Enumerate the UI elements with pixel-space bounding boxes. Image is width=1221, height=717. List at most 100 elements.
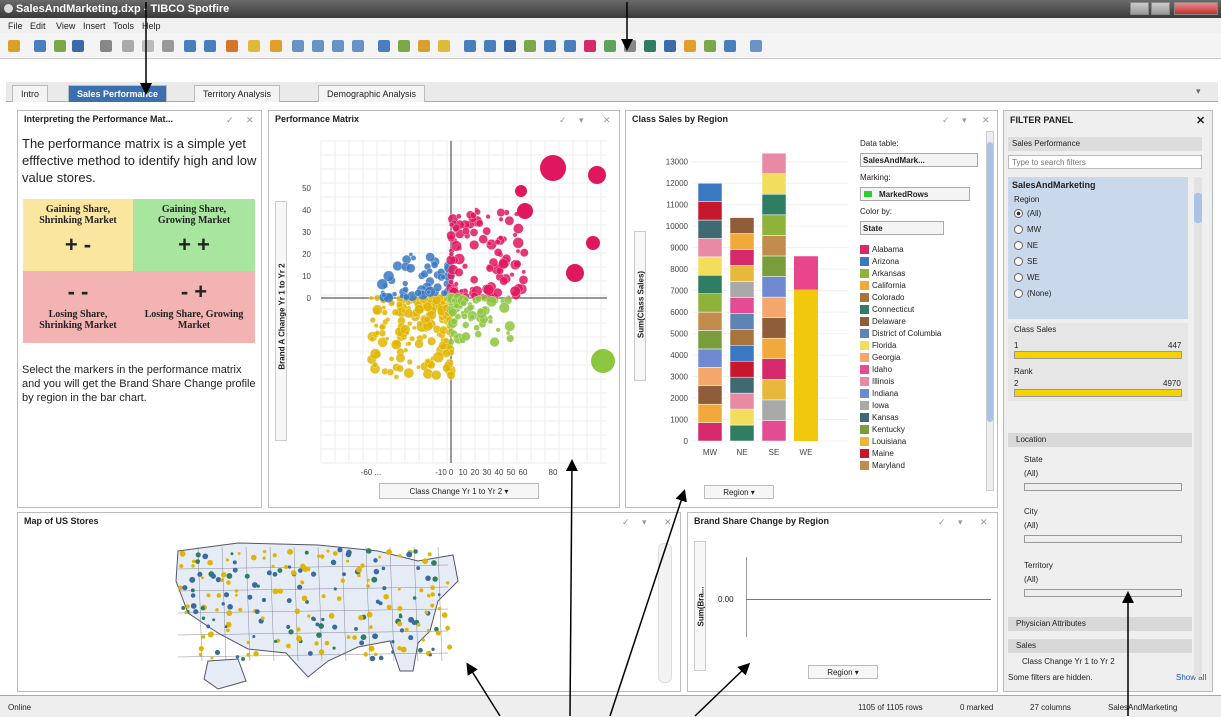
- redo-icon[interactable]: [204, 40, 216, 52]
- legend-item[interactable]: Connecticut: [860, 305, 980, 317]
- y-axis-selector[interactable]: Sum(Bra...: [694, 541, 706, 671]
- x-axis-selector[interactable]: Region ▾: [704, 485, 774, 499]
- legend-item[interactable]: District of Columbia: [860, 329, 980, 341]
- filter-page-select[interactable]: Sales Performance: [1008, 137, 1202, 151]
- dropdown-icon[interactable]: ▾: [958, 517, 963, 528]
- map-zoom-control[interactable]: [658, 543, 672, 683]
- details-icon[interactable]: [398, 40, 410, 52]
- layout-icon[interactable]: [292, 40, 304, 52]
- performance-matrix-plot[interactable]: 50403020100-60 ... -10 0 10 20 30 40 50 60 80: [291, 133, 617, 478]
- heat-map-icon[interactable]: [704, 40, 716, 52]
- menu-insert[interactable]: Insert: [83, 21, 106, 31]
- y-axis-selector[interactable]: Sum(Class Sales): [634, 231, 646, 381]
- dropdown-icon[interactable]: ▾: [962, 115, 967, 126]
- x-axis-selector[interactable]: Region ▾: [808, 665, 878, 679]
- filter-search-input[interactable]: [1008, 155, 1202, 169]
- menu-view[interactable]: View: [56, 21, 75, 31]
- treemap-icon[interactable]: [684, 40, 696, 52]
- bar-chart-icon[interactable]: [524, 40, 536, 52]
- legend-item[interactable]: Idaho: [860, 365, 980, 377]
- datatable-select[interactable]: SalesAndMark...: [860, 153, 978, 167]
- region-radio[interactable]: MW: [1014, 225, 1051, 241]
- cross-table-icon[interactable]: [504, 40, 516, 52]
- add-data-icon[interactable]: [54, 40, 66, 52]
- legend-item[interactable]: Arizona: [860, 257, 980, 269]
- close-visual-icon[interactable]: ✕: [980, 517, 988, 528]
- split-vertical-icon[interactable]: [312, 40, 324, 52]
- legend-item[interactable]: Kentucky: [860, 425, 980, 437]
- region-radio[interactable]: (All): [1014, 209, 1051, 225]
- tabs-menu-icon[interactable]: ▾: [1196, 86, 1201, 97]
- close-visual-icon[interactable]: ✕: [246, 115, 254, 126]
- tab-intro[interactable]: Intro: [12, 85, 49, 102]
- sales-group[interactable]: Sales: [1008, 639, 1192, 653]
- legend-item[interactable]: Delaware: [860, 317, 980, 329]
- physicians-group[interactable]: Physician Attributes: [1008, 617, 1192, 631]
- rank-slider[interactable]: [1014, 389, 1182, 397]
- home-icon[interactable]: [270, 40, 282, 52]
- scatter-plot-icon[interactable]: [604, 40, 616, 52]
- region-radio[interactable]: WE: [1014, 273, 1051, 289]
- check-icon[interactable]: ✓: [942, 115, 950, 126]
- text-area-icon[interactable]: [464, 40, 476, 52]
- summary-table-icon[interactable]: [750, 40, 762, 52]
- reset-icon[interactable]: [226, 40, 238, 52]
- line-chart-icon[interactable]: [544, 40, 556, 52]
- legend-item[interactable]: Colorado: [860, 293, 980, 305]
- maximize-visual-icon[interactable]: [352, 40, 364, 52]
- check-icon[interactable]: ✓: [938, 517, 946, 528]
- legend-item[interactable]: Iowa: [860, 401, 980, 413]
- class-sales-bar-chart[interactable]: 1300012000110001000090008000700060005000…: [648, 141, 848, 481]
- cut-icon[interactable]: [122, 40, 134, 52]
- legend-item[interactable]: Florida: [860, 341, 980, 353]
- legend-item[interactable]: Georgia: [860, 353, 980, 365]
- tab-territory-analysis[interactable]: Territory Analysis: [194, 85, 281, 102]
- minimize-button[interactable]: [1130, 2, 1149, 15]
- close-visual-icon[interactable]: ✕: [982, 115, 990, 126]
- dropdown-icon[interactable]: ▾: [579, 115, 584, 126]
- graphical-table-icon[interactable]: [664, 40, 676, 52]
- check-icon[interactable]: ✓: [226, 115, 234, 126]
- legend-item[interactable]: Indiana: [860, 389, 980, 401]
- print-icon[interactable]: [100, 40, 112, 52]
- region-radio[interactable]: SE: [1014, 257, 1051, 273]
- us-stores-map[interactable]: [168, 531, 468, 691]
- maximize-button[interactable]: [1151, 2, 1170, 15]
- filter-scrollbar[interactable]: [1194, 177, 1202, 677]
- legend-item[interactable]: Alabama: [860, 245, 980, 257]
- paste-icon[interactable]: [162, 40, 174, 52]
- table-icon[interactable]: [484, 40, 496, 52]
- bookmarks-icon[interactable]: [438, 40, 450, 52]
- parallel-coordinates-icon[interactable]: [724, 40, 736, 52]
- undo-icon[interactable]: [184, 40, 196, 52]
- save-icon[interactable]: [72, 40, 84, 52]
- close-filter-panel-icon[interactable]: ✕: [1196, 114, 1205, 127]
- menu-help[interactable]: Help: [142, 21, 161, 31]
- bookmark-icon[interactable]: [248, 40, 260, 52]
- legend-item[interactable]: Illinois: [860, 377, 980, 389]
- close-visual-icon[interactable]: ✕: [664, 517, 672, 528]
- legend-item[interactable]: Maryland: [860, 461, 980, 473]
- tags-icon[interactable]: [418, 40, 430, 52]
- state-slider[interactable]: [1024, 483, 1182, 491]
- classchange-filter[interactable]: Class Change Yr 1 to Yr 2: [1022, 657, 1115, 666]
- region-radio[interactable]: NE: [1014, 241, 1051, 257]
- dropdown-icon[interactable]: ▾: [642, 517, 647, 528]
- territory-slider[interactable]: [1024, 589, 1182, 597]
- y-axis-selector[interactable]: Brand A Change Yr 1 to Yr 2: [275, 201, 287, 441]
- tab-sales-performance[interactable]: Sales Performance: [68, 85, 168, 102]
- legend-item[interactable]: California: [860, 281, 980, 293]
- x-axis-selector[interactable]: Class Change Yr 1 to Yr 2 ▾: [379, 483, 539, 499]
- colorby-select[interactable]: State: [860, 221, 944, 235]
- 3d-scatter-icon[interactable]: [624, 40, 636, 52]
- filter-icon[interactable]: [378, 40, 390, 52]
- menu-edit[interactable]: Edit: [30, 21, 46, 31]
- split-horizontal-icon[interactable]: [332, 40, 344, 52]
- map-chart-icon[interactable]: [644, 40, 656, 52]
- tab-demographic-analysis[interactable]: Demographic Analysis: [318, 85, 426, 102]
- legend-item[interactable]: Louisiana: [860, 437, 980, 449]
- location-group[interactable]: Location: [1008, 433, 1192, 447]
- legend-scrollbar[interactable]: [986, 131, 994, 491]
- close-button[interactable]: [1174, 2, 1218, 15]
- check-icon[interactable]: ✓: [622, 517, 630, 528]
